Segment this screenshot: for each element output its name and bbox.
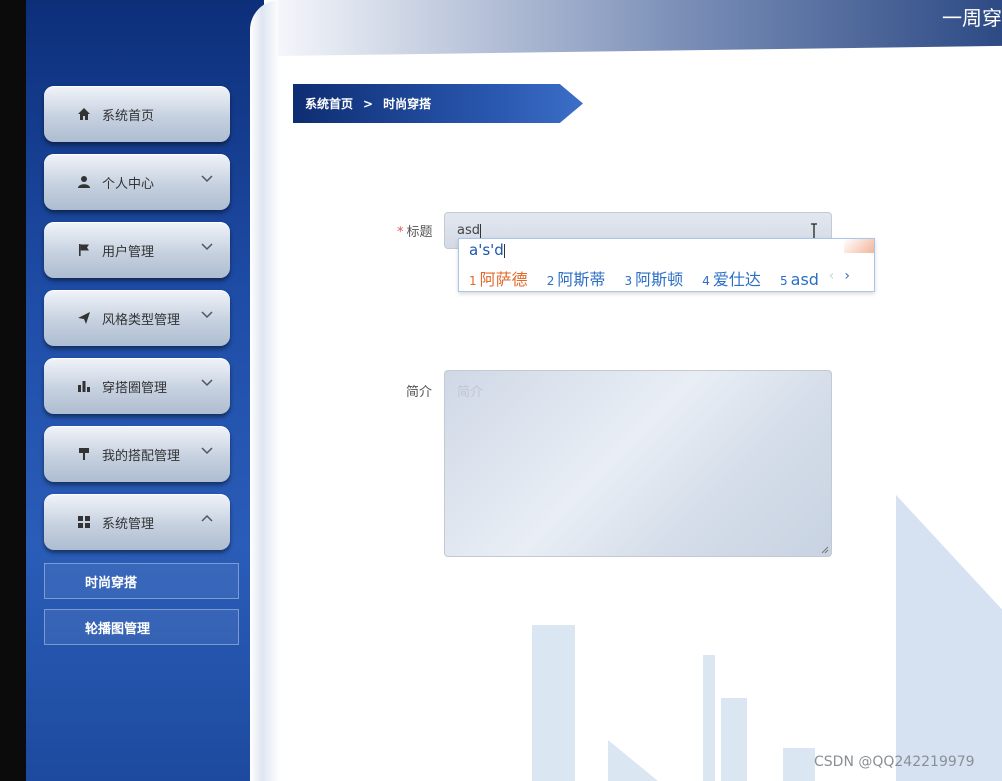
ime-candidate-list: 1 阿萨德 2 阿斯蒂 3 阿斯顿 4 爱仕达 5 asd [469,266,833,290]
bar-chart-icon [76,378,92,394]
submenu-item-fashion-outfit[interactable]: 时尚穿搭 [44,563,239,599]
text-caret [480,223,481,238]
sidebar-item-label: 系统首页 [102,108,155,124]
title-label-text: 标题 [406,225,433,240]
ime-candidate[interactable]: 2 阿斯蒂 [547,270,606,289]
sidebar-curve [250,0,280,781]
breadcrumb: 系统首页 > 时尚穿搭 [293,84,583,123]
ime-candidate[interactable]: 4 爱仕达 [702,270,761,289]
intro-textarea[interactable]: 简介 [444,370,832,557]
sidebar-item-label: 系统管理 [102,516,155,532]
title-label: * 标题 [397,221,433,240]
background-building [532,625,575,781]
system-management-submenu: 时尚穿搭 轮播图管理 [44,563,239,655]
ime-page-arrows: ‹ › [829,268,850,284]
required-mark: * [397,225,404,240]
sidebar-item-personal-center[interactable]: 个人中心 [44,154,230,210]
resize-grip-icon[interactable] [821,546,829,554]
top-banner: 一周穿 [278,0,1002,56]
background-building [608,740,658,781]
sidebar-item-outfit-circle-management[interactable]: 穿搭圈管理 [44,358,230,414]
ime-composition: a's'd [469,241,505,259]
title-input-value: asd [457,223,480,238]
ime-candidate[interactable]: 5 asd [780,270,819,289]
sidebar-item-label: 风格类型管理 [102,312,181,328]
sidebar-item-home[interactable]: 系统首页 [44,86,230,142]
sidebar-item-label: 个人中心 [102,176,155,192]
sidebar-item-user-management[interactable]: 用户管理 [44,222,230,278]
ime-candidate-window: a's'd 1 阿萨德 2 阿斯蒂 3 阿斯顿 4 爱仕达 5 asd ‹ › [458,238,875,292]
ime-next-icon[interactable]: › [844,268,850,284]
chevron-down-icon [201,243,213,251]
sidebar-item-system-management[interactable]: 系统管理 [44,494,230,550]
intro-placeholder: 简介 [457,385,484,400]
background-building [703,655,715,781]
chevron-down-icon [201,175,213,183]
text-caret [503,243,505,258]
chevron-down-icon [201,311,213,319]
ime-candidate[interactable]: 1 阿萨德 [469,270,528,289]
watermark: CSDN @QQ242219979 [814,754,975,770]
intro-label: 简介 [406,385,433,400]
paper-plane-icon [76,310,92,326]
grid-icon [76,514,92,530]
site-title: 一周穿 [942,6,1002,30]
background-building [896,495,1002,781]
background-building [783,748,815,781]
chevron-up-icon [201,514,213,522]
sidebar-menu: 系统首页 个人中心 用户管理 风格类型管理 穿搭圈管理 我的搭配管理 系统管理 [44,86,230,562]
chevron-down-icon [201,447,213,455]
sidebar-item-label: 用户管理 [102,244,155,260]
sidebar-item-style-type-management[interactable]: 风格类型管理 [44,290,230,346]
breadcrumb-home[interactable]: 系统首页 [305,95,353,112]
ime-candidate[interactable]: 3 阿斯顿 [625,270,684,289]
sidebar-item-my-outfit-management[interactable]: 我的搭配管理 [44,426,230,482]
chevron-down-icon [201,379,213,387]
sidebar-item-label: 我的搭配管理 [102,448,181,464]
left-dark-strip [0,0,26,781]
ime-prev-icon[interactable]: ‹ [829,268,835,284]
paint-roller-icon [76,446,92,462]
sidebar-item-label: 穿搭圈管理 [102,380,168,396]
breadcrumb-current: 时尚穿搭 [383,97,432,111]
home-icon [76,106,92,122]
ime-decoration [844,239,874,253]
background-building [721,698,747,781]
flag-icon [76,242,92,258]
breadcrumb-separator: > [363,96,374,111]
user-icon [76,174,92,190]
submenu-item-carousel-management[interactable]: 轮播图管理 [44,609,239,645]
